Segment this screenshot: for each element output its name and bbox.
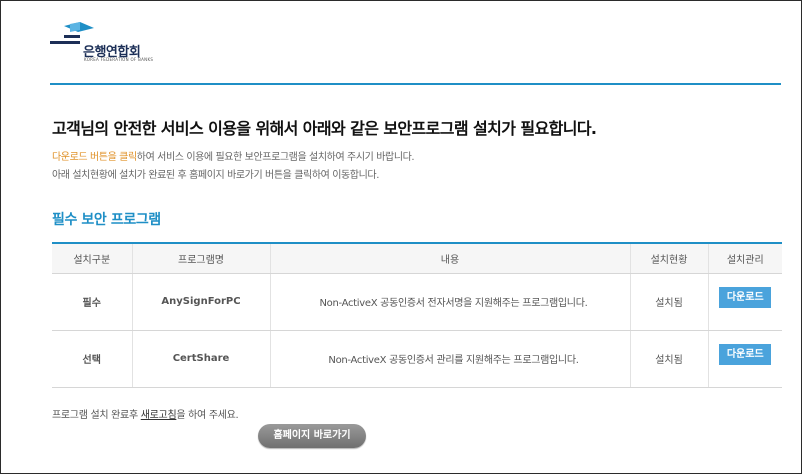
header-divider xyxy=(50,83,781,85)
security-programs-table: 설치구분 프로그램명 내용 설치현황 설치관리 필수 AnySignForPC … xyxy=(52,242,782,388)
program-name: AnySignForPC xyxy=(131,273,270,331)
header-install-status: 설치현황 xyxy=(629,242,708,274)
footer-note-before: 프로그램 설치 완료후 xyxy=(52,410,141,421)
table-row: 선택 CertShare Non-ActiveX 공동인증서 관리를 지원해주는… xyxy=(52,330,782,388)
refresh-link[interactable]: 새로고침 xyxy=(141,410,177,421)
program-name: CertShare xyxy=(131,330,270,388)
table-header-row: 설치구분 프로그램명 내용 설치현황 설치관리 xyxy=(52,242,782,274)
description-line-2: 아래 설치현황에 설치가 완료된 후 홈페이지 바로가기 버튼을 클릭하여 이동… xyxy=(52,170,379,181)
description-highlight: 다운로드 버튼을 클릭 xyxy=(52,152,137,163)
header-content: 내용 xyxy=(269,242,630,274)
description-line-1-rest: 하여 서비스 이용에 필요한 보안프로그램을 설치하여 주시기 바랍니다. xyxy=(136,152,415,163)
footer-note-after: 을 하여 주세요. xyxy=(176,410,239,421)
table-row: 필수 AnySignForPC Non-ActiveX 공동인증서 전자서명을 … xyxy=(52,273,782,331)
install-type: 선택 xyxy=(52,330,132,388)
download-button[interactable]: 다운로드 xyxy=(719,287,772,308)
logo-subtitle: KOREA FEDERATION OF BANKS xyxy=(84,57,154,62)
install-manage-cell: 다운로드 xyxy=(707,273,782,331)
download-button[interactable]: 다운로드 xyxy=(719,344,772,365)
header-program-name: 프로그램명 xyxy=(131,242,270,274)
install-status: 설치됨 xyxy=(629,330,708,388)
install-status: 설치됨 xyxy=(629,273,708,331)
program-description: Non-ActiveX 공동인증서 관리를 지원해주는 프로그램입니다. xyxy=(269,330,630,388)
header-install-type: 설치구분 xyxy=(52,242,132,274)
go-to-homepage-button[interactable]: 홈페이지 바로가기 xyxy=(258,424,366,448)
program-description: Non-ActiveX 공동인증서 전자서명을 지원해주는 프로그램입니다. xyxy=(269,273,630,331)
page-frame xyxy=(0,0,802,474)
footer-note: 프로그램 설치 완료후 새로고침을 하여 주세요. xyxy=(52,406,239,421)
description-line-1: 다운로드 버튼을 클릭하여 서비스 이용에 필요한 보안프로그램을 설치하여 주… xyxy=(52,148,415,163)
logo[interactable]: 은행연합회 KOREA FEDERATION OF BANKS xyxy=(50,22,160,64)
header-install-manage: 설치관리 xyxy=(707,242,782,274)
install-type: 필수 xyxy=(52,273,132,331)
install-manage-cell: 다운로드 xyxy=(707,330,782,388)
section-title: 필수 보안 프로그램 xyxy=(52,212,161,228)
page-headline: 고객님의 안전한 서비스 이용을 위해서 아래와 같은 보안프로그램 설치가 필… xyxy=(52,119,597,138)
